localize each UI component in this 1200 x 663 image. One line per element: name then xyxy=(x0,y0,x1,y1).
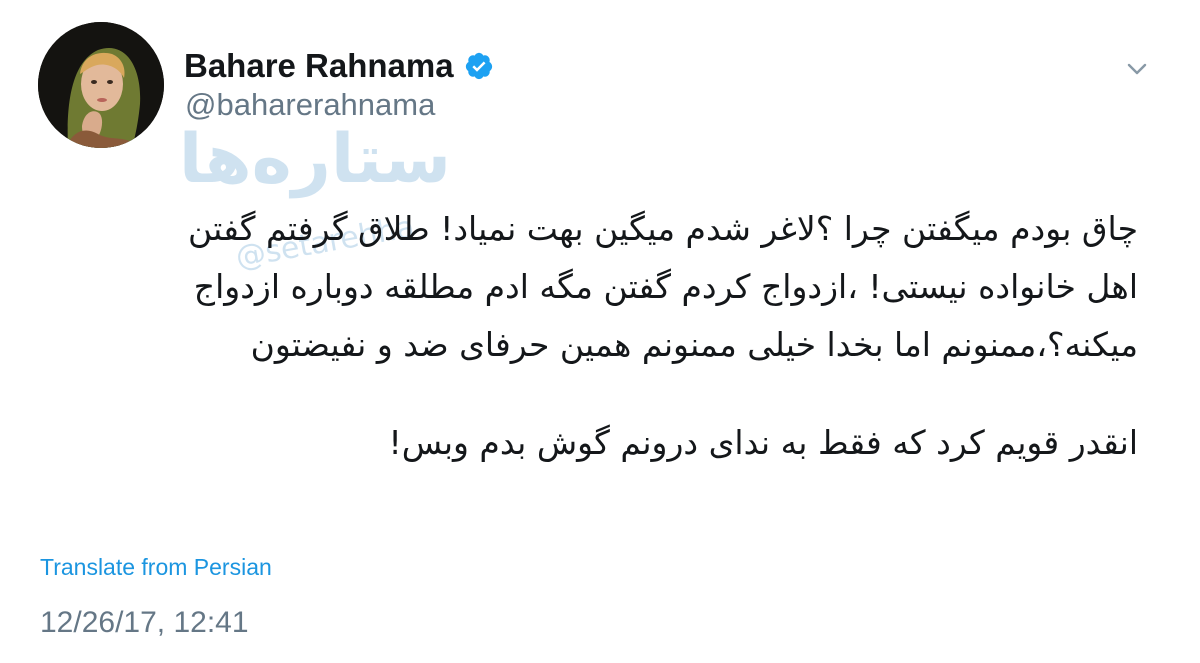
author-name-row: Bahare Rahnama xyxy=(184,44,494,88)
tweet-timestamp[interactable]: 12/26/17, 12:41 xyxy=(40,606,249,640)
avatar[interactable] xyxy=(38,22,164,148)
display-name[interactable]: Bahare Rahnama xyxy=(184,47,454,85)
chevron-down-icon[interactable] xyxy=(1122,54,1152,84)
watermark-text: ستاره‌ها xyxy=(179,120,451,199)
tweet-card: Bahare Rahnama @baharerahnama ستاره‌ها @… xyxy=(0,0,1200,663)
tweet-text: چاق بودم میگفتن چرا ؟لاغر شدم میگین بهت … xyxy=(38,200,1138,472)
translate-link[interactable]: Translate from Persian xyxy=(40,554,272,581)
verified-badge-icon xyxy=(465,52,492,80)
author-handle[interactable]: @baharerahnama xyxy=(185,87,435,123)
tweet-text-line: اهل خانواده نیستی! ،ازدواج کردم گفتن مگه… xyxy=(193,267,1138,306)
tweet-text-line: انقدر قویم کرد که فقط به ندای درونم گوش … xyxy=(388,423,1138,462)
tweet-text-line: میکنه؟،ممنونم اما بخدا خیلی ممنونم همین … xyxy=(250,325,1138,364)
tweet-text-line: چاق بودم میگفتن چرا ؟لاغر شدم میگین بهت … xyxy=(187,209,1138,248)
